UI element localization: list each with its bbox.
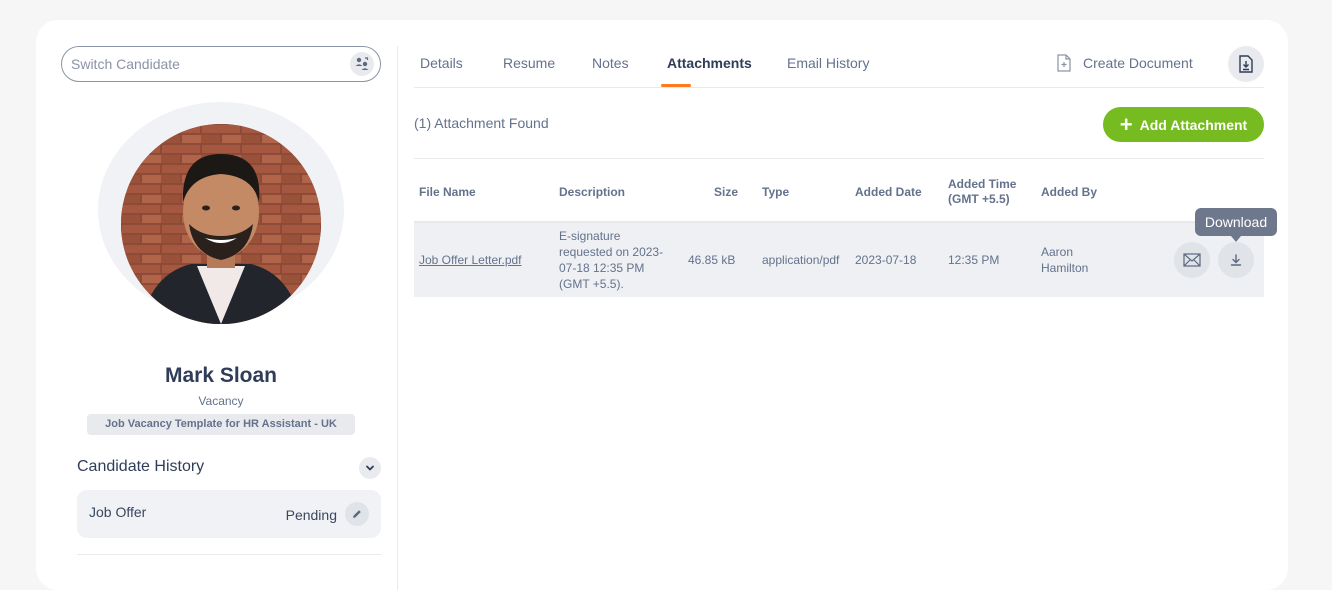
column-header-description[interactable]: Description [559,185,625,200]
vacancy-label: Vacancy [198,394,244,408]
switch-candidate-input[interactable] [62,47,380,81]
download-attachment-button[interactable] [1218,242,1254,278]
description-line: E-signature [559,229,621,243]
candidate-history-toggle[interactable] [359,457,381,479]
history-edit-button[interactable] [345,502,369,526]
download-icon [1230,254,1242,266]
added-by-first: Aaron [1041,245,1074,259]
switch-candidate [61,46,381,82]
description-line: requested on 2023- [559,245,664,259]
download-document-button[interactable] [1228,46,1264,82]
add-attachment-button[interactable]: + Add Attachment [1103,107,1264,142]
column-divider [397,46,398,590]
history-item-job-offer: Job Offer Pending [77,490,381,538]
candidate-history-title: Candidate History [77,458,205,475]
switch-candidate-icon [355,57,369,70]
column-header-added-date[interactable]: Added Date [855,185,922,200]
history-divider [77,554,381,555]
vacancy-badge[interactable]: Job Vacancy Template for HR Assistant - … [87,414,355,435]
chevron-down-icon [366,465,374,471]
column-header-added-time[interactable]: Added Time (GMT +5.5) [948,177,1016,207]
added-time-label: Added Time [948,177,1017,191]
added-time-zone: (GMT +5.5) [948,192,1010,206]
column-header-added-by[interactable]: Added By [1041,185,1097,200]
attachment-file-link[interactable]: Job Offer Letter.pdf [419,252,522,268]
attachment-description: E-signature requested on 2023- 07-18 12:… [559,228,663,292]
tab-details[interactable]: Details [420,55,463,71]
tabs-divider [414,87,1264,88]
pencil-icon [353,510,361,518]
candidate-name: Mark Sloan [164,364,278,387]
table-row: Job Offer Letter.pdf E-signature request… [414,223,1264,297]
create-document-label: Create Document [1083,55,1193,71]
tab-email-history[interactable]: Email History [787,55,869,71]
document-download-icon [1239,55,1253,73]
tab-attachments[interactable]: Attachments [667,55,752,71]
history-item-label: Job Offer [89,504,147,520]
tab-resume[interactable]: Resume [503,55,555,71]
mail-icon [1183,253,1201,267]
plus-icon: + [1119,111,1133,137]
description-line: 07-18 12:35 PM [559,261,645,275]
column-header-type[interactable]: Type [762,185,789,200]
download-tooltip: Download [1195,208,1277,242]
email-attachment-button[interactable] [1174,242,1210,278]
tab-notes[interactable]: Notes [592,55,629,71]
candidate-photo [121,124,321,324]
candidate-sidebar: Mark Sloan Vacancy Job Vacancy Template … [36,20,398,590]
attachment-added-date: 2023-07-18 [855,253,917,267]
add-attachment-label: Add Attachment [1139,116,1248,133]
switch-candidate-button[interactable] [350,52,374,76]
attachment-size: 46.85 kB [688,253,736,267]
candidate-card: Mark Sloan Vacancy Job Vacancy Template … [36,20,1288,590]
attachment-added-by: Aaron Hamilton [1041,244,1088,276]
avatar [121,124,321,324]
attachment-added-time: 12:35 PM [948,253,1000,267]
file-add-icon [1056,54,1072,72]
section-divider [414,158,1264,159]
description-line: (GMT +5.5). [559,277,624,291]
history-item-status: Pending [285,507,337,523]
attachment-type: application/pdf [762,253,840,267]
added-by-last: Hamilton [1041,261,1089,275]
column-header-size[interactable]: Size [714,185,738,200]
create-document-button[interactable]: Create Document [1056,53,1193,73]
attachments-count: (1) Attachment Found [414,115,549,131]
column-header-file-name[interactable]: File Name [419,185,476,200]
